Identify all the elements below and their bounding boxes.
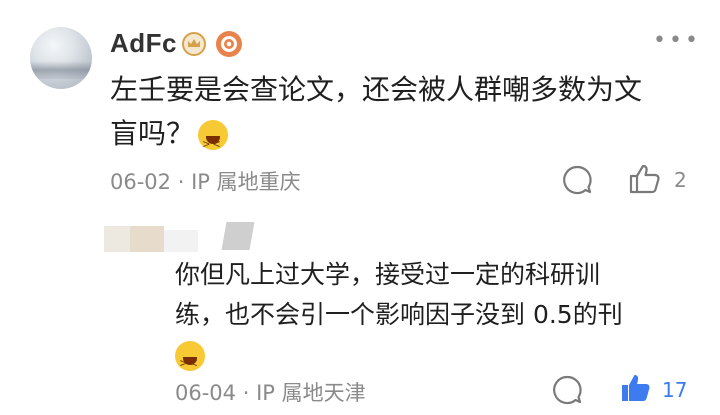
reply-ip-location: IP 属地天津 [256,381,366,405]
reply-text-line1: 你但凡上过大学，接受过一定的科研训 [175,260,601,289]
comment-icon[interactable] [551,374,583,410]
laughing-emoji-icon [198,120,229,166]
comment-ip-location: IP 属地重庆 [191,170,301,194]
reply-text-line3 [175,335,685,383]
like-count: 2 [674,168,687,192]
laughing-emoji-icon [175,341,205,383]
reply-text-line2: 练，也不会引一个影响因子没到 0.5的刊 [175,300,623,329]
comment-meta: 06-02 · IP 属地重庆 [110,166,301,196]
crown-badge-icon [182,32,206,56]
mosaic-block [130,226,164,252]
reply-user-mosaic[interactable] [104,220,255,256]
thumbs-up-icon-liked[interactable] [619,372,653,408]
thumbs-up-icon[interactable] [628,163,662,199]
mosaic-block [221,222,255,250]
reply-text: 你但凡上过大学，接受过一定的科研训 练，也不会引一个影响因子没到 0.5的刊 [175,255,685,383]
username[interactable]: AdFc [110,28,177,59]
user-avatar[interactable] [30,27,92,89]
meta-separator: · [242,381,250,405]
more-icon[interactable]: ••• [653,30,701,52]
like-count: 17 [662,378,688,402]
reply-meta: 06-04 · IP 属地天津 [175,377,366,407]
mosaic-block [164,230,198,252]
meta-separator: · [177,170,185,194]
reply-date: 06-04 [175,381,237,405]
comment-text-line2: 盲吗？ [110,112,680,166]
comment-icon[interactable] [561,164,593,200]
mosaic-block [104,226,132,252]
comment-text: 左壬要是会查论文，还会被人群嘲多数为文 盲吗？ [110,68,680,166]
eye-badge-icon [216,31,242,57]
comment-date: 06-02 [110,170,172,194]
comment-text-line1: 左壬要是会查论文，还会被人群嘲多数为文 [110,73,643,106]
